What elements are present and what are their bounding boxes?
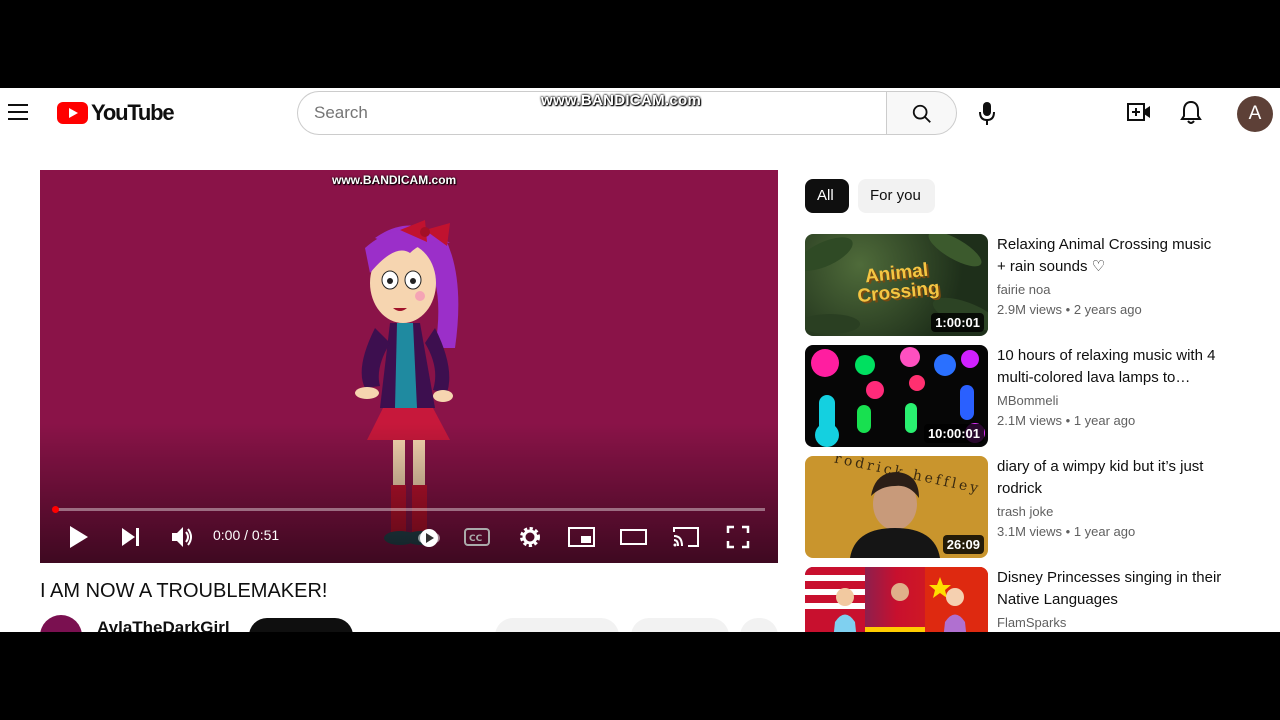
search-button[interactable] — [886, 91, 957, 135]
subscribe-button[interactable] — [249, 618, 353, 632]
bandicam-watermark: www.BANDICAM.com — [541, 92, 702, 109]
recommendation-channel[interactable]: MBommeli — [997, 393, 1058, 408]
recommendation-item[interactable]: Disney Princesses singing in their Nativ… — [805, 567, 1225, 632]
microphone-icon[interactable] — [977, 102, 997, 126]
upload-age: 1 year ago — [1073, 413, 1136, 428]
upload-age: 2 years ago — [1073, 302, 1142, 317]
upload-age: 1 year ago — [1073, 524, 1136, 539]
video-thumbnail[interactable] — [805, 567, 988, 632]
youtube-page: YouTube www.BANDICAM.com A www.BANDICAM.… — [0, 88, 1280, 632]
fullscreen-icon[interactable] — [726, 524, 750, 550]
thumbnail-title: Animal Crossing — [856, 259, 941, 308]
video-watermark: www.BANDICAM.com — [332, 173, 457, 187]
view-count: 2.9M views — [997, 302, 1063, 317]
video-duration: 26:09 — [942, 535, 984, 554]
share-button[interactable] — [631, 618, 729, 632]
video-duration: 10:00:01 — [923, 424, 984, 443]
recommendation-meta: 2.1M views • 1 year ago — [997, 413, 1136, 428]
cast-icon[interactable] — [672, 524, 700, 550]
recommendation-title[interactable]: 10 hours of relaxing music with 4 multi-… — [997, 345, 1223, 389]
search-icon — [912, 104, 931, 123]
progress-bar[interactable] — [53, 508, 765, 511]
youtube-play-icon — [57, 102, 88, 124]
view-count: 3.1M views — [997, 524, 1063, 539]
chip-for-you[interactable]: For you — [858, 179, 935, 213]
time-display: 0:00 / 0:51 — [213, 527, 280, 543]
video-title: I AM NOW A TROUBLEMAKER! — [40, 580, 328, 602]
video-thumbnail[interactable]: rodrick heffley 26:09 — [805, 456, 988, 558]
channel-avatar[interactable] — [40, 615, 82, 632]
autoplay-toggle-icon[interactable] — [418, 524, 442, 550]
video-thumbnail[interactable]: Animal Crossing 1:00:01 — [805, 234, 988, 336]
play-icon[interactable] — [68, 524, 90, 550]
notifications-bell-icon[interactable] — [1180, 100, 1202, 126]
recommendation-meta: 3.1M views • 1 year ago — [997, 524, 1136, 539]
masthead: YouTube www.BANDICAM.com A — [0, 88, 1280, 138]
recommendation-item[interactable]: rodrick heffley 26:09 diary of a wimpy k… — [805, 456, 1225, 558]
svg-text:CC: CC — [469, 534, 483, 544]
recommendation-title[interactable]: Relaxing Animal Crossing music + rain so… — [997, 234, 1223, 278]
video-thumbnail[interactable]: 10:00:01 — [805, 345, 988, 447]
recommendation-channel[interactable]: trash joke — [997, 504, 1053, 519]
account-avatar[interactable]: A — [1237, 96, 1273, 132]
next-icon[interactable] — [120, 524, 142, 550]
recommendation-channel[interactable]: FlamSparks — [997, 615, 1066, 630]
recommendation-title[interactable]: Disney Princesses singing in their Nativ… — [997, 567, 1223, 611]
captions-icon[interactable]: CC — [464, 524, 490, 550]
youtube-logo[interactable]: YouTube — [57, 100, 175, 125]
controls-gradient — [40, 423, 778, 563]
volume-icon[interactable] — [170, 524, 194, 550]
recommendation-title[interactable]: diary of a wimpy kid but it’s just rodri… — [997, 456, 1223, 500]
video-player[interactable]: www.BANDICAM.com 0:00 / 0:51 CC — [40, 170, 778, 563]
progress-scrubber[interactable] — [52, 506, 59, 513]
theater-mode-icon[interactable] — [620, 524, 648, 550]
settings-gear-icon[interactable] — [517, 524, 543, 550]
video-duration: 1:00:01 — [931, 313, 984, 332]
create-video-icon[interactable] — [1127, 102, 1151, 122]
princesses-image — [805, 567, 988, 632]
recommendation-meta: 2.9M views • 2 years ago — [997, 302, 1142, 317]
more-actions-button[interactable] — [740, 618, 778, 632]
recommendation-item[interactable]: Animal Crossing 1:00:01 Relaxing Animal … — [805, 234, 1225, 336]
chip-all[interactable]: All — [805, 179, 849, 213]
view-count: 2.1M views — [997, 413, 1063, 428]
like-dislike-button[interactable] — [495, 618, 619, 632]
logo-text: YouTube — [91, 100, 175, 125]
miniplayer-icon[interactable] — [568, 524, 596, 550]
menu-icon[interactable] — [8, 104, 28, 122]
recommendation-channel[interactable]: fairie noa — [997, 282, 1050, 297]
channel-name[interactable]: AylaTheDarkGirl — [97, 618, 230, 632]
recommendation-item[interactable]: 10:00:01 10 hours of relaxing music with… — [805, 345, 1225, 447]
